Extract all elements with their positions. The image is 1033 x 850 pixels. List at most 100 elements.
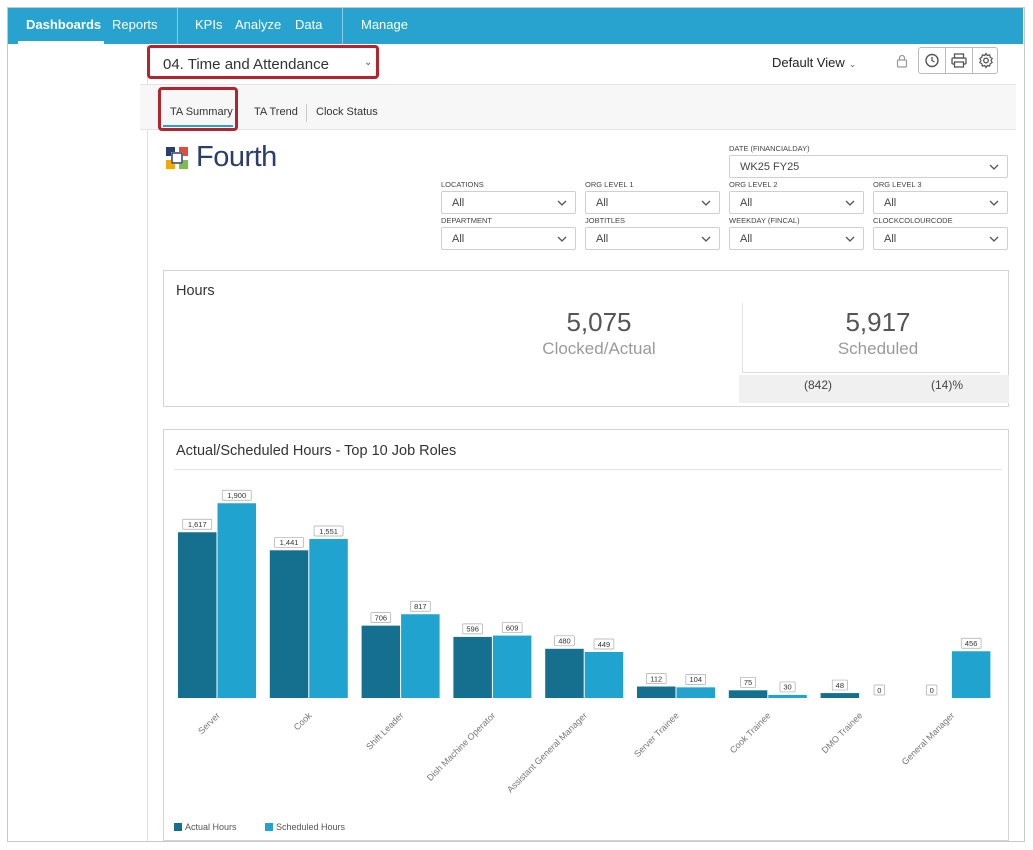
filter-value: All (740, 197, 753, 209)
bar-actual[interactable] (545, 648, 584, 698)
bar-actual[interactable] (269, 550, 309, 698)
filter-label-jobtitles: JOBTITLES (585, 216, 626, 225)
chevron-down-icon (701, 200, 711, 206)
x-tick-label: Server (196, 710, 222, 736)
dashboard-title: 04. Time and Attendance (163, 56, 329, 73)
tab-ta-summary[interactable]: TA Summary (170, 106, 233, 118)
filter-select-jobtitles[interactable]: All (585, 227, 720, 250)
filter-label-org-level-3: ORG LEVEL 3 (873, 180, 922, 189)
filter-select-weekday[interactable]: All (729, 227, 864, 250)
filter-select-org-level-3[interactable]: All (873, 191, 1008, 214)
bar-actual[interactable] (637, 686, 676, 698)
tab-clock-status[interactable]: Clock Status (316, 106, 378, 118)
x-tick-label: Shift Leader (364, 710, 405, 751)
nav-divider (342, 8, 343, 44)
data-label-actual: 480 (558, 637, 571, 646)
bar-scheduled[interactable] (951, 651, 991, 698)
print-button[interactable] (946, 48, 972, 73)
x-tick-label: Server Trainee (632, 710, 681, 759)
filter-select-date[interactable]: WK25 FY25 (729, 155, 1008, 178)
action-button-group (918, 47, 998, 74)
nav-kpis[interactable]: KPIs (195, 17, 222, 32)
bar-scheduled[interactable] (768, 694, 807, 698)
gear-icon (978, 52, 994, 69)
data-label-actual: 48 (836, 681, 844, 690)
x-tick-label: General Manager (900, 710, 957, 767)
filter-label-org-level-1: ORG LEVEL 1 (585, 180, 634, 189)
filter-label-department: DEPARTMENT (441, 216, 492, 225)
bar-scheduled[interactable] (309, 539, 348, 698)
bar-scheduled[interactable] (676, 687, 716, 698)
bar-actual[interactable] (728, 690, 768, 698)
filter-value: All (596, 197, 609, 209)
view-selector[interactable]: Default View ⌄ (772, 55, 856, 70)
print-icon (951, 53, 967, 68)
bar-actual[interactable] (178, 532, 217, 698)
fourth-logo-icon (166, 147, 188, 169)
clock-icon (925, 53, 939, 68)
chevron-down-icon (701, 236, 711, 242)
scheduled-label: Scheduled (837, 339, 919, 358)
legend-swatch-actual (174, 823, 182, 831)
clocked-label: Clocked/Actual (542, 339, 656, 358)
dashboard-selector[interactable]: 04. Time and Attendance ⌄ (147, 45, 379, 79)
bar-scheduled[interactable] (584, 651, 624, 698)
legend-actual[interactable]: Actual Hours (174, 822, 237, 832)
settings-button[interactable] (973, 48, 999, 73)
data-label-actual: 112 (650, 674, 662, 683)
filter-value: All (884, 233, 897, 245)
filter-label-org-level-2: ORG LEVEL 2 (729, 180, 778, 189)
filter-value: All (740, 233, 753, 245)
filter-select-locations[interactable]: All (441, 191, 576, 214)
scheduled-value: 5,917 (845, 307, 911, 337)
filter-select-department[interactable]: All (441, 227, 576, 250)
variance-percent: (14)% (931, 378, 964, 392)
nav-data[interactable]: Data (295, 17, 322, 32)
bar-actual[interactable] (361, 625, 401, 698)
bar-chart: 1,617 1,900 Server 1,441 1,551 Cook 706 817 Shif… (178, 489, 991, 795)
filter-label-locations: LOCATIONS (441, 180, 484, 189)
filter-select-org-level-2[interactable]: All (729, 191, 864, 214)
filter-value: All (596, 233, 609, 245)
nav-analyze[interactable]: Analyze (235, 17, 281, 32)
bar-scheduled[interactable] (401, 614, 440, 698)
filter-value: All (452, 197, 465, 209)
bar-actual[interactable] (820, 693, 860, 698)
schedule-button[interactable] (919, 48, 945, 73)
kpi-divider (742, 303, 743, 373)
bar-scheduled[interactable] (492, 635, 532, 698)
data-label-actual: 706 (375, 613, 388, 622)
fourth-logo-text: Fourth (196, 141, 277, 173)
filter-select-clockcolourcode[interactable]: All (873, 227, 1008, 250)
chevron-down-icon (989, 200, 999, 206)
bar-scheduled[interactable] (217, 503, 257, 698)
nav-dashboards[interactable]: Dashboards (26, 17, 101, 32)
legend-scheduled-label: Scheduled Hours (276, 822, 346, 832)
data-label-scheduled: 0 (877, 686, 881, 695)
data-label-scheduled: 456 (965, 639, 978, 648)
top-nav: Dashboards Reports KPIs Analyze Data Man… (8, 8, 1023, 44)
data-label-actual: 1,617 (188, 520, 207, 529)
chevron-down-icon (989, 236, 999, 242)
data-label-scheduled: 1,900 (227, 491, 246, 500)
nav-divider (177, 8, 178, 44)
data-label-scheduled: 817 (414, 602, 427, 611)
nav-manage[interactable]: Manage (361, 17, 408, 32)
chevron-down-icon (557, 236, 567, 242)
legend-swatch-scheduled (265, 823, 273, 831)
clocked-value: 5,075 (566, 307, 632, 337)
data-label-scheduled: 104 (689, 675, 702, 684)
hours-card: Hours 5,075 Clocked/Actual 5,917 Schedul… (163, 270, 1009, 407)
chevron-down-icon: ⌄ (364, 57, 373, 68)
filter-label-date: DATE (FINANCIALDAY) (729, 144, 810, 153)
lock-icon[interactable] (896, 54, 908, 68)
legend-scheduled[interactable]: Scheduled Hours (265, 822, 345, 832)
data-label-scheduled: 30 (783, 683, 791, 692)
nav-reports[interactable]: Reports (112, 17, 158, 32)
tab-ta-trend[interactable]: TA Trend (254, 106, 298, 118)
bar-actual[interactable] (453, 636, 492, 698)
filter-select-org-level-1[interactable]: All (585, 191, 720, 214)
view-label: Default View (772, 55, 845, 70)
filter-label-clockcolourcode: CLOCKCOLOURCODE (873, 216, 953, 225)
data-label-actual: 596 (466, 625, 479, 634)
